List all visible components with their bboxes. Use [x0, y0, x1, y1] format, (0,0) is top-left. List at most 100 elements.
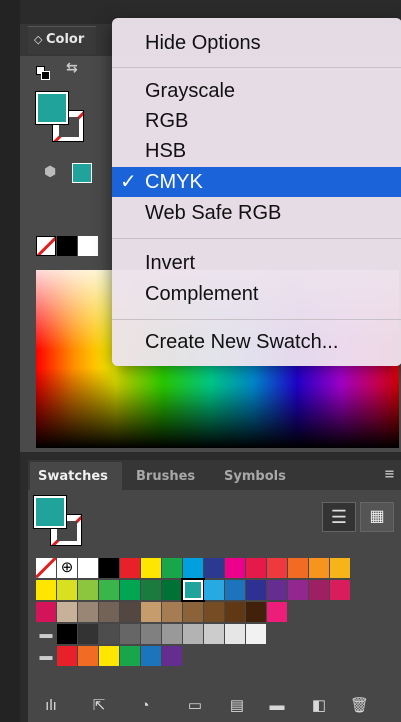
white-swatch[interactable]	[78, 236, 98, 256]
swatch[interactable]	[288, 580, 308, 600]
swatch[interactable]	[162, 646, 182, 666]
swatch[interactable]	[78, 602, 98, 622]
menu-item-create-new-swatch[interactable]: Create New Swatch...	[112, 327, 401, 357]
color-group-folder-icon[interactable]: ▬	[36, 646, 56, 666]
tab-symbols[interactable]: Symbols	[224, 463, 286, 491]
menu-item-grayscale[interactable]: Grayscale	[112, 76, 401, 106]
swatch[interactable]	[120, 580, 140, 600]
menu-item-label: CMYK	[145, 171, 203, 193]
swatch[interactable]	[78, 580, 98, 600]
color-group-folder-icon[interactable]: ▬	[36, 624, 56, 644]
swatch[interactable]	[99, 558, 119, 578]
swatch[interactable]	[246, 558, 266, 578]
swatch-libraries-icon[interactable]: ılı	[42, 697, 60, 715]
swatch[interactable]	[36, 580, 56, 600]
menu-item-hsb[interactable]: HSB	[112, 136, 401, 166]
new-color-group-icon[interactable]: ▬	[268, 697, 286, 715]
menu-item-invert[interactable]: Invert	[112, 248, 401, 278]
swatch[interactable]	[78, 624, 98, 644]
swatch[interactable]	[225, 558, 245, 578]
swatch[interactable]	[309, 558, 329, 578]
swatch[interactable]	[183, 602, 203, 622]
swatch[interactable]	[267, 602, 287, 622]
swatch[interactable]	[120, 558, 140, 578]
swatch-grid: ⊕ ▬ ▬	[36, 558, 398, 676]
swatch[interactable]	[141, 558, 161, 578]
tab-swatches[interactable]: Swatches	[38, 463, 108, 491]
color-panel-menu: Hide Options Grayscale RGB HSB ✓ CMYK We…	[112, 18, 401, 366]
gamut-swatch[interactable]	[72, 163, 92, 183]
menu-item-label: HSB	[145, 140, 187, 162]
swatch[interactable]	[141, 624, 161, 644]
swatch[interactable]	[57, 602, 77, 622]
add-used-colors-icon[interactable]: ◔	[136, 697, 154, 715]
swatch[interactable]	[99, 580, 119, 600]
swatch[interactable]	[288, 558, 308, 578]
swatch[interactable]	[141, 602, 161, 622]
swatch[interactable]	[99, 624, 119, 644]
swatch[interactable]	[57, 646, 77, 666]
swatch[interactable]	[36, 602, 56, 622]
menu-item-complement[interactable]: Complement	[112, 279, 401, 309]
menu-item-web-safe-rgb[interactable]: Web Safe RGB	[112, 198, 401, 228]
swatch[interactable]	[225, 580, 245, 600]
swatch[interactable]	[267, 558, 287, 578]
swatch[interactable]	[330, 558, 350, 578]
swatch[interactable]	[141, 580, 161, 600]
swatches-fill-swatch[interactable]	[34, 496, 66, 528]
swatch[interactable]	[225, 602, 245, 622]
swatch[interactable]	[246, 624, 266, 644]
menu-item-cmyk[interactable]: ✓ CMYK	[112, 167, 401, 197]
swatch[interactable]	[183, 624, 203, 644]
swatch[interactable]	[204, 624, 224, 644]
fill-swatch[interactable]	[36, 92, 68, 124]
swatch[interactable]	[183, 558, 203, 578]
delete-swatch-icon[interactable]: 🗑	[350, 697, 369, 715]
swatch-registration[interactable]: ⊕	[57, 558, 77, 578]
swatch[interactable]	[120, 624, 140, 644]
none-swatch[interactable]	[36, 236, 56, 256]
swatch[interactable]	[162, 624, 182, 644]
swatch[interactable]	[120, 602, 140, 622]
swatch[interactable]	[246, 602, 266, 622]
left-edge-bar	[0, 0, 20, 722]
swap-colors-icon[interactable]: ⇆	[66, 60, 78, 76]
swatch[interactable]	[162, 602, 182, 622]
swatch[interactable]	[330, 580, 350, 600]
swatch[interactable]	[99, 646, 119, 666]
menu-item-rgb[interactable]: RGB	[112, 106, 401, 136]
swatch[interactable]	[204, 580, 224, 600]
default-colors-icon[interactable]	[36, 66, 50, 80]
tab-color[interactable]: ◇ Color	[28, 26, 96, 54]
swatch[interactable]	[141, 646, 161, 666]
swatch-selected[interactable]	[181, 578, 205, 602]
swatch[interactable]	[204, 558, 224, 578]
swatch[interactable]	[309, 580, 329, 600]
swatch-options-icon[interactable]: ▤	[228, 697, 246, 715]
menu-item-label: Hide Options	[145, 32, 261, 54]
swatch[interactable]	[204, 602, 224, 622]
new-swatch-icon[interactable]: ◧	[310, 697, 328, 715]
swatch[interactable]	[267, 580, 287, 600]
menu-item-hide-options[interactable]: Hide Options	[112, 28, 401, 58]
swatch-none[interactable]	[36, 558, 56, 578]
swatch[interactable]	[120, 646, 140, 666]
swatch[interactable]	[162, 580, 182, 600]
thumbnail-view-icon[interactable]: ▦	[360, 502, 394, 532]
panel-menu-icon[interactable]: ≡	[384, 467, 395, 482]
swatch[interactable]	[99, 602, 119, 622]
menu-item-label: RGB	[145, 110, 189, 132]
swatch[interactable]	[78, 646, 98, 666]
open-library-icon[interactable]: ⇱	[90, 697, 108, 715]
swatch[interactable]	[78, 558, 98, 578]
cube-icon[interactable]: ⬢	[44, 164, 56, 180]
tab-brushes[interactable]: Brushes	[136, 463, 195, 491]
swatch[interactable]	[57, 624, 77, 644]
swatch[interactable]	[162, 558, 182, 578]
swatch[interactable]	[246, 580, 266, 600]
list-view-icon[interactable]: ☰	[322, 502, 356, 532]
swatch[interactable]	[225, 624, 245, 644]
swatch-kind-icon[interactable]: ▭	[186, 697, 204, 715]
black-swatch[interactable]	[57, 236, 77, 256]
swatch[interactable]	[57, 580, 77, 600]
